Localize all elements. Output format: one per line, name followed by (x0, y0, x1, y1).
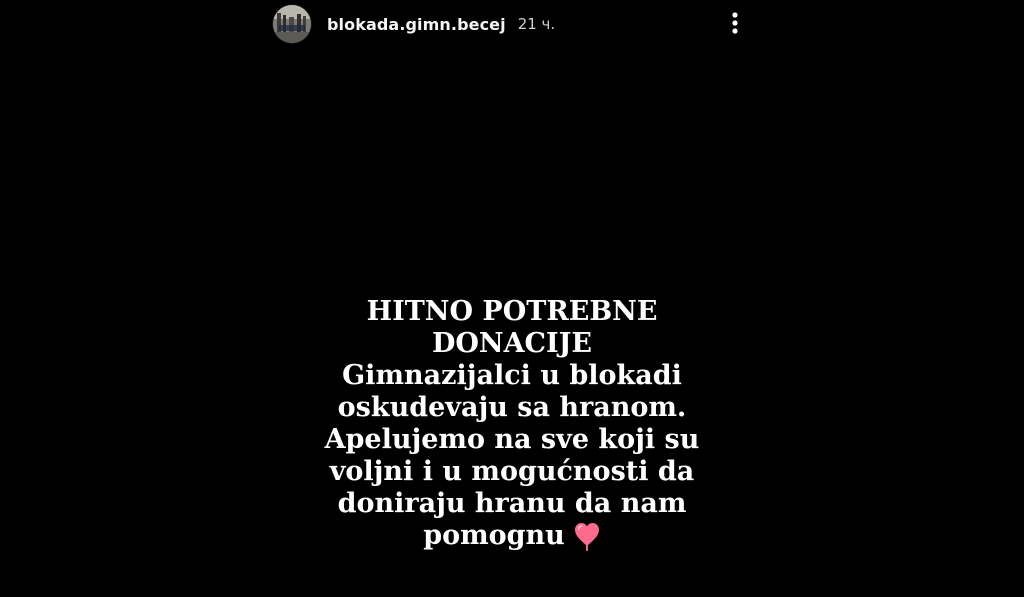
timestamp: 21 ч. (517, 15, 556, 33)
story-text: HITNO POTREBNE DONACIJE Gimnazijalci u b… (282, 296, 742, 552)
more-vertical-icon (732, 12, 738, 34)
username[interactable]: blokada.gimn.becej (327, 15, 506, 34)
heart-icon (573, 521, 601, 551)
story-line-2: DONACIJE (431, 328, 593, 359)
story-line-5: Apelujemo na sve koji su (324, 424, 700, 455)
story-line-6: voljni i u mogućnosti da (329, 456, 695, 487)
story-line-3: Gimnazijalci u blokadi (342, 360, 682, 391)
avatar-photo-icon (273, 5, 311, 43)
story-line-1: HITNO POTREBNE (366, 296, 658, 327)
more-options-button[interactable] (724, 10, 746, 36)
story-line-7: doniraju hranu da nam (337, 488, 687, 519)
story-line-4: oskudevaju sa hranom. (337, 392, 687, 423)
story-viewer[interactable]: blokada.gimn.becej 21 ч. HITNO POTREBNE … (0, 0, 1024, 597)
story-line-8-wrap: pomognu (282, 520, 742, 552)
story-header: blokada.gimn.becej 21 ч. (273, 4, 753, 44)
story-line-8: pomognu (423, 520, 565, 551)
avatar[interactable] (273, 5, 311, 43)
